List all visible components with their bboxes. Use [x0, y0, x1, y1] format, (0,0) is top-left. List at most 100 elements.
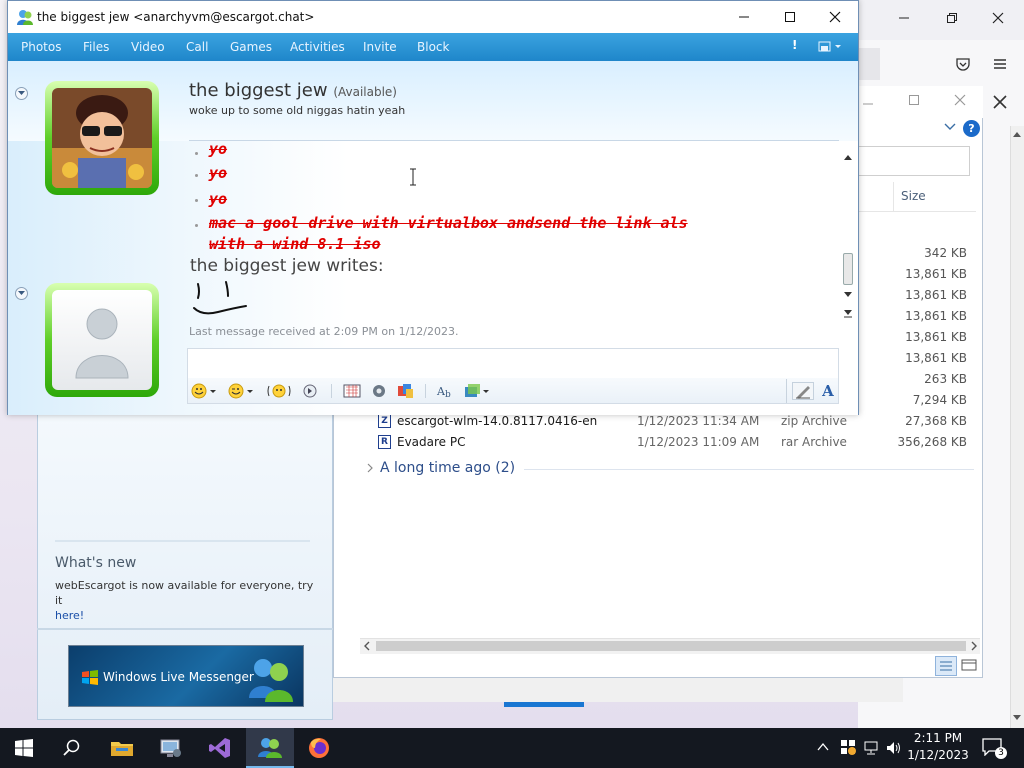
close-icon[interactable] — [992, 94, 1008, 110]
large-icons-view-icon[interactable] — [959, 656, 979, 676]
wink-icon[interactable] — [227, 382, 257, 400]
scroll-left-icon[interactable] — [363, 641, 371, 651]
file-size: 27,368 KB — [905, 414, 967, 428]
group-header[interactable]: A long time ago (2) — [366, 460, 976, 480]
show-hidden-icons-icon[interactable] — [816, 740, 830, 754]
games-icon[interactable] — [395, 382, 417, 400]
file-explorer-taskbar-icon[interactable] — [98, 728, 146, 768]
message-line: mac a gool drive with virtualbox andsend… — [209, 214, 688, 232]
file-type: zip Archive — [781, 414, 847, 428]
details-view-icon[interactable] — [935, 656, 957, 676]
scroll-down-icon[interactable] — [843, 291, 853, 299]
rar-archive-icon: R — [378, 435, 391, 449]
spell-check-icon[interactable]: Ab — [435, 382, 457, 400]
advertisement-banner[interactable]: Windows Live Messenger — [68, 645, 304, 707]
system-clock[interactable]: 2:11 PM 1/12/2023 — [906, 730, 970, 766]
scroll-up-icon[interactable] — [843, 153, 853, 161]
size-cell: 13,861 KB — [905, 288, 967, 302]
zip-archive-icon: Z — [378, 414, 391, 428]
firefox-icon[interactable] — [295, 728, 343, 768]
size-cell: 13,861 KB — [905, 309, 967, 323]
alert-icon[interactable]: ! — [792, 38, 797, 52]
help-icon[interactable]: ? — [963, 120, 980, 137]
remote-desktop-icon[interactable] — [147, 728, 195, 768]
size-cell: 342 KB — [924, 246, 967, 260]
scrollbar-thumb[interactable] — [376, 641, 966, 651]
whats-new-body: webEscargot is now available for everyon… — [55, 579, 314, 607]
notification-center-icon[interactable]: 3 — [982, 738, 1007, 760]
conversation-history: yo yo yo mac a gool drive with virtualbo… — [190, 142, 840, 342]
menu-games[interactable]: Games — [230, 40, 272, 54]
whats-new-link[interactable]: here! — [55, 609, 84, 622]
close-icon[interactable] — [992, 12, 1004, 24]
menu-photos[interactable]: Photos — [21, 40, 61, 54]
close-icon[interactable] — [823, 7, 847, 27]
personal-message: woke up to some old niggas hatin yeah — [189, 104, 406, 117]
start-button[interactable] — [0, 728, 48, 768]
maximize-icon[interactable] — [778, 7, 802, 27]
contact-avatar-image — [52, 88, 152, 188]
voice-clip-icon[interactable] — [300, 382, 320, 400]
column-header-size[interactable]: Size — [901, 189, 981, 211]
menu-block[interactable]: Block — [417, 40, 449, 54]
menu-invite[interactable]: Invite — [363, 40, 397, 54]
scroll-right-icon[interactable] — [970, 641, 978, 651]
search-input[interactable] — [858, 146, 970, 176]
group-label: A long time ago (2) — [380, 460, 516, 476]
network-icon[interactable] — [863, 740, 879, 756]
messenger-taskbar-icon[interactable] — [246, 728, 294, 768]
handwriting-icon[interactable] — [792, 382, 814, 400]
photo-share-icon[interactable] — [462, 382, 492, 400]
message-line: yo — [209, 190, 228, 208]
chevron-right-icon — [366, 462, 374, 474]
background-icon[interactable] — [341, 382, 363, 400]
minimize-icon[interactable] — [862, 94, 874, 106]
font-icon[interactable]: A — [818, 382, 838, 400]
visual-studio-icon[interactable] — [196, 728, 244, 768]
toolbar-separator — [425, 384, 426, 398]
file-row[interactable]: R Evadare PC 1/12/2023 11:09 AM rar Arch… — [376, 433, 976, 453]
default-user-icon — [52, 290, 152, 390]
sound-icon[interactable] — [369, 382, 389, 400]
scrollbar-thumb[interactable] — [843, 253, 853, 285]
file-size: 356,268 KB — [897, 435, 967, 449]
divider — [189, 140, 839, 141]
contact-avatar[interactable] — [45, 81, 159, 195]
collapse-icon[interactable] — [15, 287, 28, 300]
scrollbar[interactable] — [1010, 126, 1024, 728]
bullet-icon — [195, 152, 198, 155]
expand-pane-icon[interactable] — [843, 308, 853, 318]
menu-video[interactable]: Video — [131, 40, 165, 54]
collapse-icon[interactable] — [15, 87, 28, 100]
whats-new-text: webEscargot is now available for everyon… — [55, 578, 317, 623]
emoticon-icon[interactable] — [190, 382, 220, 400]
search-icon[interactable] — [48, 728, 96, 768]
layout-options-icon[interactable] — [818, 41, 842, 53]
file-date: 1/12/2023 11:34 AM — [637, 414, 760, 428]
nudge-icon[interactable] — [266, 382, 292, 400]
menu-icon[interactable] — [992, 56, 1008, 72]
scroll-up-icon[interactable] — [1012, 130, 1022, 138]
pocket-icon[interactable] — [955, 56, 971, 72]
browser-address-bar[interactable] — [858, 48, 880, 80]
minimize-icon[interactable] — [732, 7, 756, 27]
menu-call[interactable]: Call — [186, 40, 208, 54]
writes-header: the biggest jew writes: — [190, 256, 384, 276]
chat-titlebar: the biggest jew <anarchyvm@escargot.chat… — [8, 1, 858, 33]
size-cell: 263 KB — [924, 372, 967, 386]
messenger-buddies-icon — [245, 654, 295, 702]
size-cell: 13,861 KB — [905, 330, 967, 344]
menu-activities[interactable]: Activities — [290, 40, 345, 54]
chevron-down-icon[interactable] — [944, 122, 956, 132]
maximize-icon[interactable] — [908, 94, 920, 106]
security-icon[interactable] — [840, 739, 856, 755]
contact-status: (Available) — [333, 85, 397, 99]
volume-icon[interactable] — [886, 740, 902, 756]
file-row[interactable]: Z escargot-wlm-14.0.8117.0416-en 1/12/20… — [376, 412, 976, 432]
minimize-icon[interactable] — [898, 12, 910, 24]
scroll-down-icon[interactable] — [1012, 714, 1022, 722]
close-icon[interactable] — [954, 94, 966, 106]
menu-files[interactable]: Files — [83, 40, 109, 54]
user-avatar[interactable] — [45, 283, 159, 397]
restore-icon[interactable] — [946, 12, 958, 24]
